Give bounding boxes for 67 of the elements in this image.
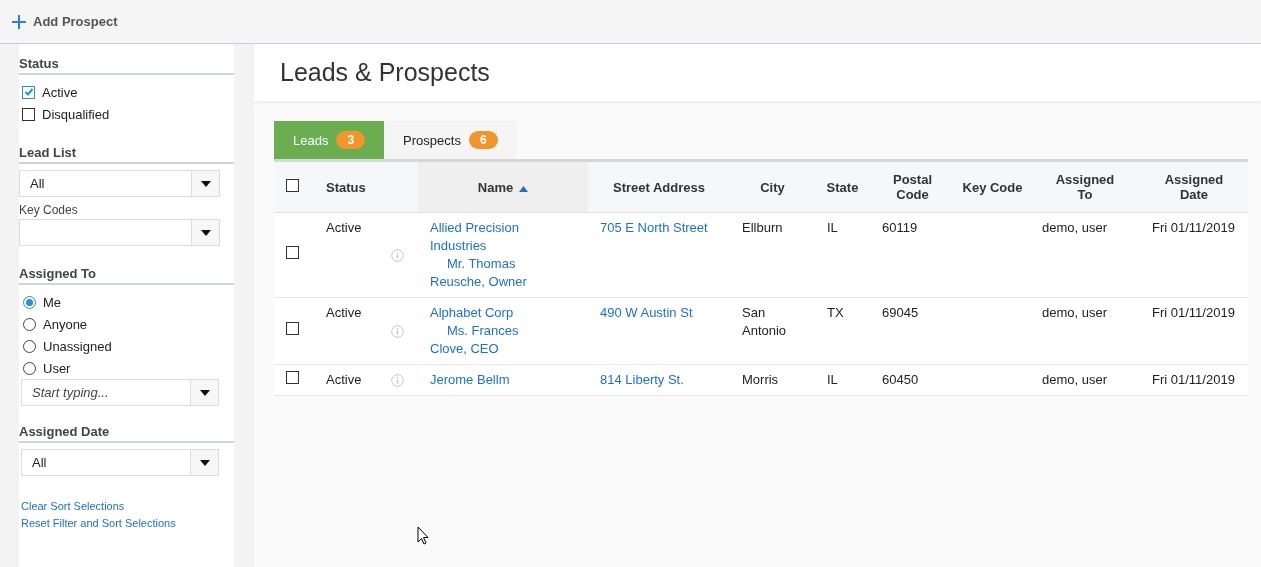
- caret-icon: [199, 389, 210, 396]
- column-header[interactable]: Key Code: [955, 160, 1030, 213]
- count-badge: 3: [336, 131, 366, 149]
- option-label: Anyone: [43, 316, 88, 332]
- option-label: Me: [43, 294, 62, 310]
- section-heading: Assigned Date: [19, 424, 234, 443]
- caret-icon: [200, 180, 211, 187]
- link[interactable]: Clear Sort Selections: [21, 500, 125, 512]
- table-cell: Fri 01/11/2019: [1152, 305, 1235, 320]
- section-heading: Lead List: [19, 145, 234, 164]
- table-cell: Fri 01/11/2019: [1152, 372, 1235, 387]
- checkbox[interactable]: [286, 246, 299, 259]
- column-header[interactable]: State: [815, 160, 870, 213]
- section-heading: Status: [19, 56, 234, 75]
- table-cell: Active: [326, 305, 362, 320]
- option-label: User: [43, 360, 71, 376]
- lead-list-dropdown[interactable]: All: [19, 170, 220, 197]
- checkbox[interactable]: [22, 85, 35, 99]
- contact-link[interactable]: Ms. Frances Clove, CEO: [430, 322, 538, 358]
- table-cell: IL: [827, 372, 838, 387]
- column-header[interactable]: Assigned To: [1030, 160, 1140, 213]
- table-cell: demo, user: [1042, 220, 1108, 235]
- sort-ascending-icon: [519, 185, 529, 192]
- table-cell: IL: [827, 220, 838, 235]
- table-cell: TX: [827, 305, 844, 320]
- option-label: Disqualified: [42, 106, 110, 122]
- address-link[interactable]: 490 W Austin St: [600, 305, 693, 320]
- assigned-date-dropdown[interactable]: All: [21, 449, 219, 476]
- table-cell: 60119: [882, 220, 918, 235]
- mouse-cursor-icon: [417, 526, 429, 545]
- lead-name-link[interactable]: Alphabet Corp: [430, 304, 538, 322]
- column-header[interactable]: Name: [418, 160, 588, 213]
- user-combobox[interactable]: Start typing...: [21, 379, 219, 406]
- link[interactable]: Reset Filter and Sort Selections: [21, 517, 176, 529]
- field-label: Key Codes: [19, 203, 79, 217]
- table-cell: Active: [326, 372, 362, 387]
- column-header[interactable]: Status: [310, 160, 418, 213]
- address-link[interactable]: 705 E North Street: [600, 220, 708, 235]
- add-prospect-button[interactable]: Add Prospect: [10, 12, 120, 31]
- column-header[interactable]: Assigned Date: [1140, 160, 1248, 213]
- lead-name-link[interactable]: Allied Precision Industries: [430, 219, 538, 255]
- table-cell: 69045: [882, 305, 919, 320]
- tab[interactable]: Prospects 6: [384, 121, 517, 159]
- table-cell: Morris: [742, 372, 779, 387]
- table-cell: demo, user: [1042, 372, 1108, 387]
- column-header[interactable]: City: [730, 160, 815, 213]
- table-cell: demo, user: [1042, 305, 1108, 320]
- page-title: Leads & Prospects: [280, 58, 490, 87]
- caret-icon: [199, 459, 210, 466]
- checkbox[interactable]: [22, 107, 35, 121]
- table-cell: San Antonio: [742, 305, 787, 338]
- table-cell: Fri 01/11/2019: [1152, 220, 1235, 235]
- contact-link[interactable]: Mr. Thomas Reusche, Owner: [430, 255, 538, 291]
- checkbox[interactable]: [286, 179, 299, 192]
- section-heading: Assigned To: [19, 266, 234, 285]
- checkbox[interactable]: [286, 371, 299, 384]
- caret-icon: [200, 229, 211, 236]
- table-cell: Active: [326, 220, 362, 235]
- table-cell: Ellburn: [742, 220, 783, 235]
- table-cell: 60450: [882, 372, 919, 387]
- option-label: Unassigned: [43, 338, 112, 354]
- column-header[interactable]: Postal Code: [870, 160, 955, 213]
- count-badge: 6: [468, 131, 498, 149]
- plus-icon: [12, 14, 26, 29]
- column-header[interactable]: Street Address: [588, 160, 730, 213]
- checkbox[interactable]: [286, 322, 299, 335]
- option-label: Active: [42, 84, 78, 100]
